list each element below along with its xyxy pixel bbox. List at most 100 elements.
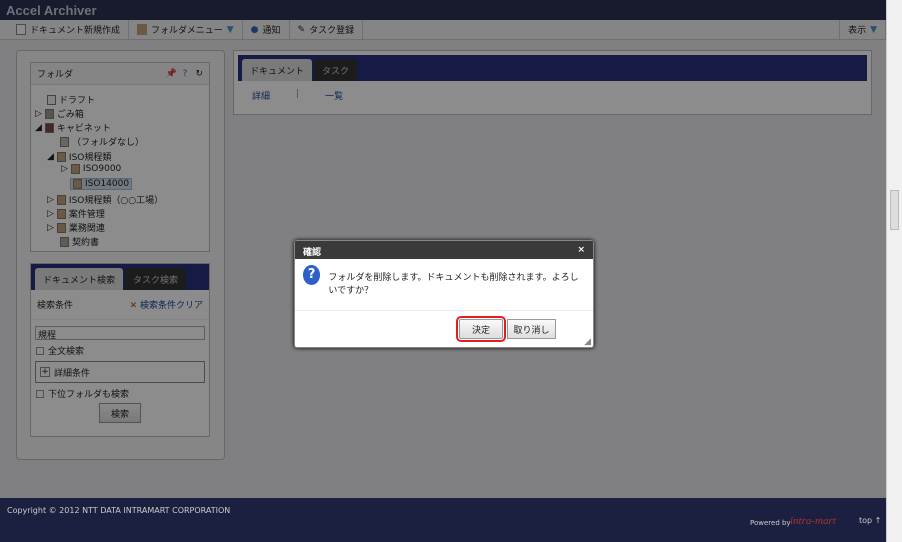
list-link[interactable]: 一覧 <box>325 89 343 102</box>
tab-document-search[interactable]: ドキュメント検索 <box>35 268 124 290</box>
clear-conditions-link[interactable]: ✕ 検索条件クリア <box>130 298 203 311</box>
scrollbar[interactable] <box>886 0 902 542</box>
powered-by: Powered by <box>750 519 791 527</box>
ok-button[interactable]: 決定 <box>456 316 506 342</box>
close-icon[interactable]: × <box>577 245 585 255</box>
app-header: Accel Archiver <box>0 0 886 20</box>
refresh-icon[interactable]: ↻ <box>195 69 203 79</box>
cabinet-icon <box>44 122 54 133</box>
pencil-icon: ✎ <box>297 24 306 35</box>
collapse-icon[interactable]: ◢ <box>35 123 42 133</box>
new-document-button[interactable]: ドキュメント新規作成 <box>8 20 130 39</box>
confirm-dialog: 確認 × ? フォルダを削除します。ドキュメントも削除されます。よろしいですか？ … <box>294 240 594 348</box>
detail-conditions-toggle[interactable]: + 詳細条件 <box>35 361 205 383</box>
expand-icon[interactable]: ▷ <box>47 195 54 205</box>
checkbox[interactable] <box>36 346 44 355</box>
task-register-button[interactable]: ✎ タスク登録 <box>290 20 364 39</box>
folder-icon <box>70 164 80 174</box>
task-register-label: タスク登録 <box>309 26 355 36</box>
tree-item-iso[interactable]: ◢ ISO規程類 <box>47 150 111 163</box>
chevron-down-icon: ▼ <box>870 24 877 35</box>
tree-item-trash[interactable]: ▷ ごみ箱 <box>35 107 84 120</box>
folder-panel: フォルダ 📌 ? ↻ ドラフト ▷ ごみ箱 ◢ キャビネット （フォルダなし） ◢ I… <box>30 62 210 252</box>
toolbar: ドキュメント新規作成 フォルダメニュー ▼ ● 通知 ✎ タスク登録 表示 ▼ <box>0 20 886 40</box>
question-icon: ? <box>303 265 321 285</box>
folder-icon <box>137 24 148 35</box>
folder-icon <box>56 151 66 162</box>
dialog-message: フォルダを削除します。ドキュメントも削除されます。よろしいですか？ <box>328 273 579 296</box>
tree-item-iso14000[interactable]: ISO14000 <box>70 178 133 190</box>
tree-label: ごみ箱 <box>56 110 84 120</box>
info-icon: ● <box>250 24 259 35</box>
tree-item-draft[interactable]: ドラフト <box>47 93 95 106</box>
search-button[interactable]: 検索 <box>99 403 141 423</box>
keyword-input[interactable]: 規程 <box>35 326 205 341</box>
chevron-down-icon: ▼ <box>226 24 234 35</box>
checkbox[interactable] <box>36 389 44 398</box>
folder-icon <box>56 208 66 219</box>
tab-task[interactable]: タスク <box>314 59 358 81</box>
cancel-button[interactable]: 取り消し <box>507 319 556 339</box>
document-icon <box>47 94 56 105</box>
top-link[interactable]: top ↑ <box>859 516 881 525</box>
app-title: Accel Archiver <box>6 3 97 18</box>
view-label: 表示 <box>848 26 867 36</box>
subfolder-checkbox[interactable]: 下位フォルダも検索 <box>36 387 204 400</box>
fulltext-checkbox[interactable]: 全文検索 <box>36 344 204 357</box>
expand-icon[interactable]: ▷ <box>47 209 54 219</box>
separator: | <box>296 89 300 99</box>
new-document-icon <box>16 24 26 35</box>
tree-item-business[interactable]: ▷ 業務関連 <box>47 221 105 234</box>
clear-link-label: 検索条件クリア <box>139 301 203 311</box>
view-menu-button[interactable]: 表示 ▼ <box>839 20 886 39</box>
resize-handle-icon[interactable]: ◢ <box>584 337 591 347</box>
main-panel: ドキュメント タスク 詳細 | 一覧 <box>233 50 872 115</box>
new-document-label: ドキュメント新規作成 <box>30 26 121 36</box>
tree-label: ISO14000 <box>85 179 130 189</box>
tree-item-contract[interactable]: 契約書 <box>60 235 99 248</box>
tree-label: キャビネット <box>56 124 111 134</box>
tab-document[interactable]: ドキュメント <box>242 59 313 81</box>
contract-icon <box>60 236 69 247</box>
notify-button[interactable]: ● 通知 <box>243 20 290 39</box>
tree-label: ISO9000 <box>82 164 122 174</box>
collapse-icon[interactable]: ◢ <box>47 152 54 162</box>
help-icon[interactable]: ? <box>183 69 188 79</box>
folder-icon <box>73 179 82 189</box>
search-panel: ドキュメント検索 タスク検索 検索条件 ✕ 検索条件クリア 規程 全文検索 + 詳細条… <box>30 263 210 437</box>
clear-icon: ✕ <box>129 301 138 311</box>
notify-label: 通知 <box>262 26 281 36</box>
tree-item-cabinet[interactable]: ◢ キャビネット <box>35 121 111 134</box>
fulltext-label: 全文検索 <box>48 347 85 357</box>
tree-item-projects[interactable]: ▷ 案件管理 <box>47 207 105 220</box>
conditions-label: 検索条件 <box>37 301 74 311</box>
tree-item-iso-factory[interactable]: ▷ ISO規程類（○○工場） <box>47 193 163 206</box>
expand-icon[interactable]: ▷ <box>61 164 68 174</box>
folder-menu-button[interactable]: フォルダメニュー ▼ <box>129 20 243 39</box>
expand-icon[interactable]: ▷ <box>47 223 54 233</box>
tree-label: 案件管理 <box>68 210 105 220</box>
folder-menu-label: フォルダメニュー <box>151 26 223 36</box>
tree-item-no-folder[interactable]: （フォルダなし） <box>60 135 144 148</box>
plus-icon: + <box>40 367 50 377</box>
tab-task-search[interactable]: タスク検索 <box>125 268 187 290</box>
footer: Copyright © 2012 NTT DATA INTRAMART CORP… <box>0 498 886 542</box>
tree-item-iso9000[interactable]: ▷ ISO9000 <box>61 164 121 174</box>
tree-label: ドラフト <box>59 96 96 106</box>
intra-mart-logo: intra-mart <box>790 515 836 527</box>
pin-icon[interactable]: 📌 <box>165 69 176 79</box>
copyright: Copyright © 2012 NTT DATA INTRAMART CORP… <box>7 506 231 515</box>
folder-icon <box>60 136 69 147</box>
detail-link[interactable]: 詳細 <box>252 89 270 102</box>
tree-label: （フォルダなし） <box>72 138 145 148</box>
scrollbar-thumb[interactable] <box>890 190 899 230</box>
folder-panel-title: フォルダ <box>37 70 74 80</box>
tree-label: ISO規程類（○○工場） <box>68 196 164 206</box>
dialog-title: 確認 <box>303 248 322 258</box>
subfolder-label: 下位フォルダも検索 <box>48 390 130 400</box>
tree-label: 業務関連 <box>68 224 105 234</box>
tree-label: ISO規程類 <box>68 153 112 163</box>
detail-label: 詳細条件 <box>54 368 91 379</box>
tree-label: 契約書 <box>72 238 100 248</box>
expand-icon[interactable]: ▷ <box>35 109 42 119</box>
